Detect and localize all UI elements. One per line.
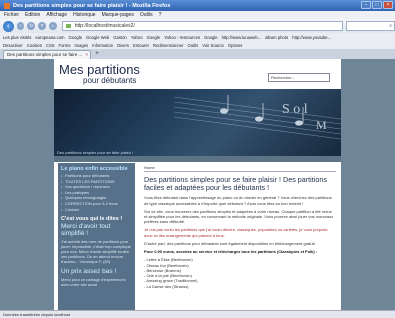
highlight-paragraph: Je n'ai pas voulu les partitions que j'a…: [144, 227, 328, 238]
song-list: - Lettre à Élise (Beethoven) - Oiseau fo…: [144, 257, 336, 289]
page-title: Des partitions simples pour se faire pla…: [144, 175, 327, 193]
site-logo-title[interactable]: Mes partitions: [59, 62, 140, 77]
reload-button[interactable]: ↻: [27, 22, 36, 30]
window-controls: – □ ×: [361, 1, 393, 9]
bookmark-item[interactable]: Google: [204, 35, 218, 40]
new-tab-button[interactable]: +: [93, 51, 101, 59]
testimonials-heading: C'est vous qui le dites !: [61, 216, 123, 223]
webdev-item[interactable]: CSS: [46, 43, 55, 48]
webdev-item[interactable]: Images: [74, 43, 88, 48]
forward-button[interactable]: ›: [16, 22, 25, 30]
svg-text:M: M: [316, 118, 327, 132]
webdev-item[interactable]: Options: [228, 43, 242, 48]
menu-marque-pages[interactable]: Marque-pages: [102, 12, 134, 18]
firefox-icon: [4, 2, 10, 9]
sidebar-link[interactable]: Contact: [61, 207, 132, 213]
breadcrumb[interactable]: Home: [144, 165, 336, 172]
menu-outils[interactable]: Outils: [140, 12, 153, 18]
offer-paragraph: Pour 0,90 euros, accédez au service et t…: [144, 249, 318, 255]
back-button[interactable]: ‹: [3, 20, 14, 32]
site-container: Mes partitions pour débutants Rechercher…: [54, 59, 341, 310]
status-bar: Données transférées depuis localhost: [0, 310, 395, 318]
testimonial-title-2: Un prix assez bas !: [61, 267, 117, 275]
music-banner: S o l M Des partitions simples pour se f…: [54, 89, 341, 156]
bookmark-item[interactable]: album photo: [265, 35, 288, 40]
main-content: Home Des partitions simples pour se fair…: [139, 163, 341, 310]
menu-edition[interactable]: Édition: [25, 12, 40, 18]
bookmark-item[interactable]: europeana.com: [35, 35, 64, 40]
content-separator: [54, 156, 341, 162]
webdev-item[interactable]: Information: [92, 43, 113, 48]
menu-aide[interactable]: ?: [159, 12, 162, 18]
webdev-item[interactable]: Desactiver: [3, 43, 23, 48]
bookmark-item[interactable]: Google: [69, 35, 83, 40]
webdev-item[interactable]: Divers: [117, 43, 129, 48]
menu-fichier[interactable]: Fichier: [4, 12, 19, 18]
bookmark-item[interactable]: Google Web: [86, 35, 109, 40]
minimize-button[interactable]: –: [361, 1, 371, 9]
navigation-toolbar: ‹ › ↻ × ⌂ http://localhost/musicales2/ ⌕: [0, 19, 395, 33]
tab-label: Des partitions simples pour se faire ...: [7, 52, 83, 57]
tab-active[interactable]: Des partitions simples pour se faire ...…: [3, 50, 91, 59]
sheet-music-image: S o l M: [173, 95, 341, 140]
page-viewport: Mes partitions pour débutants Rechercher…: [0, 59, 395, 310]
menu-affichage[interactable]: Affichage: [46, 12, 67, 18]
svg-text:S o l: S o l: [282, 102, 308, 117]
bookmark-item[interactable]: http://www.lunaweb...: [222, 35, 262, 40]
search-box[interactable]: ⌕: [346, 21, 395, 31]
maximize-button[interactable]: □: [372, 1, 382, 9]
testimonial-title: Merci d'avoir tout simplifié !: [61, 222, 111, 237]
banner-caption: Des partitions simples pour se faire pla…: [57, 150, 134, 155]
bookmark-item[interactable]: http://www.youtube...: [292, 35, 331, 40]
tab-close-icon[interactable]: ×: [85, 51, 88, 59]
window-title: Des partitions simples pour se faire pla…: [13, 2, 171, 9]
webdev-item[interactable]: Voir Source: [202, 43, 224, 48]
sidebar: Le piano enfin accessible Partitions pou…: [58, 163, 135, 310]
menu-bar: Fichier Édition Affichage Historique Mar…: [0, 11, 395, 19]
bookmark-item[interactable]: Google: [147, 35, 161, 40]
site-search-input[interactable]: Rechercher...: [268, 73, 330, 82]
url-bar[interactable]: http://localhost/musicales2/: [61, 21, 344, 31]
webdev-item[interactable]: Entourer: [133, 43, 149, 48]
webdev-toolbar: Desactiver Cookies CSS Forms Images Info…: [0, 41, 395, 49]
search-icon: ⌕: [389, 23, 393, 29]
sidebar-nav: Partitions pour débutants TOUTES LES PAR…: [61, 173, 132, 212]
site-logo-subtitle: pour débutants: [83, 76, 137, 85]
stop-button[interactable]: ×: [38, 22, 46, 30]
tab-bar: Des partitions simples pour se faire ...…: [0, 49, 395, 59]
bookmarks-toolbar: Les plus visités europeana.com Google Go…: [0, 33, 395, 41]
bookmark-item[interactable]: Les plus visités: [3, 35, 31, 40]
intro-paragraph: Vous êtes débutant dans l'apprentissage …: [144, 195, 332, 206]
site-header: Mes partitions pour débutants Rechercher…: [54, 59, 341, 89]
webdev-item[interactable]: Redimensionner: [153, 43, 184, 48]
testimonial-text-2: Merci pour ce partage d'expériences avec…: [61, 276, 126, 287]
close-window-button[interactable]: ×: [383, 1, 393, 9]
webdev-item[interactable]: Forms: [59, 43, 71, 48]
bookmark-item[interactable]: Yahoo - ressources: [164, 35, 200, 40]
bookmark-item[interactable]: Gaston: [113, 35, 127, 40]
webdev-item[interactable]: Outils: [188, 43, 199, 48]
list-item: - La Danse des (Strauss): [144, 283, 189, 289]
sidebar-title: Le piano enfin accessible: [61, 166, 128, 172]
window-titlebar: Des partitions simples pour se faire pla…: [0, 0, 395, 11]
testimonial-text: J'ai acheté des mes de partitions pour j…: [61, 238, 131, 264]
description-paragraph: Sur ce site, vous trouverez des partitio…: [144, 208, 334, 225]
bookmark-item[interactable]: Yahoo: [131, 35, 143, 40]
info-paragraph: D'autre part, des partitions pour débuta…: [144, 240, 316, 246]
menu-historique[interactable]: Historique: [73, 12, 96, 18]
webdev-item[interactable]: Cookies: [27, 43, 42, 48]
home-button[interactable]: ⌂: [48, 22, 57, 30]
